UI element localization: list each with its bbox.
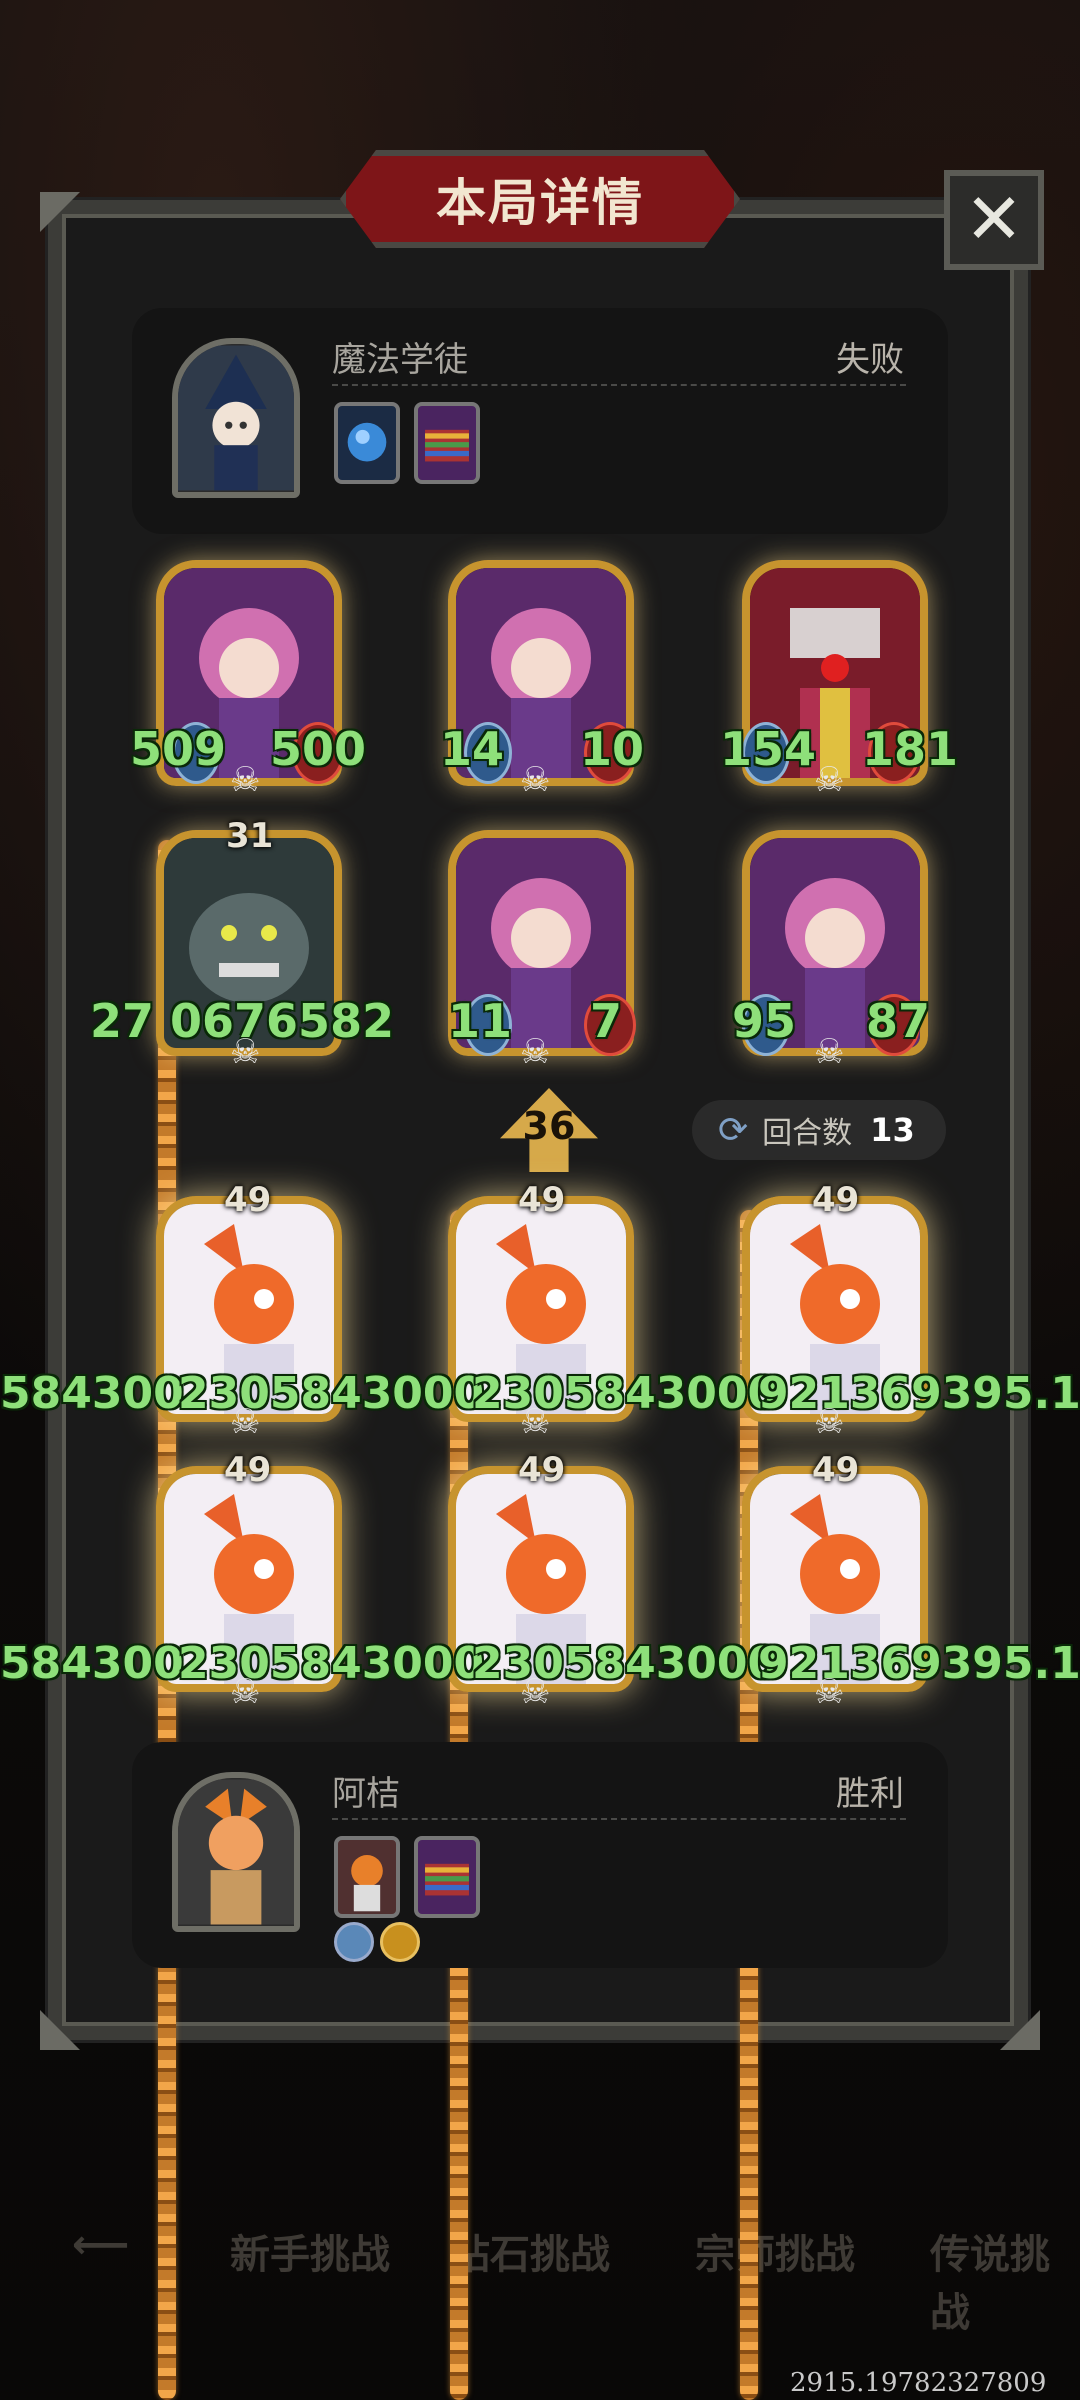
level-badge: 49 (518, 1450, 566, 1490)
stat-value: 921369395.19 (758, 1638, 1080, 1689)
nav-item-master[interactable]: 宗师挑战 (695, 2222, 855, 2280)
stat-value: 584300 (0, 1638, 184, 1689)
opponent-name: 魔法学徒 (332, 340, 468, 380)
skull-icon: ☠ (230, 1032, 261, 1072)
attack-value: 95 (732, 994, 797, 1048)
title-plate: 本局详情 (340, 150, 740, 248)
opponent-result: 失败 (836, 340, 904, 380)
level-badge: 49 (224, 1450, 272, 1490)
stat-value: 2305843000 (178, 1638, 485, 1689)
attack-value: 509 (130, 722, 227, 776)
skull-icon: ☠ (520, 1032, 551, 1072)
player-name: 阿桔 (332, 1774, 400, 1814)
nav-item-novice[interactable]: 新手挑战 (230, 2222, 390, 2280)
page-title: 本局详情 (436, 174, 644, 232)
coin-badge-icon[interactable] (380, 1922, 420, 1962)
skull-icon: ☠ (520, 760, 551, 800)
turn-marker: 36 (522, 1104, 576, 1148)
opponent-avatar[interactable] (172, 338, 300, 498)
health-value: 7 (590, 994, 623, 1048)
stat-value: 584300 (0, 1368, 184, 1419)
skull-icon: ☠ (520, 1402, 551, 1442)
skull-icon: ☠ (814, 1672, 845, 1712)
nav-item-diamond[interactable]: 钻石挑战 (450, 2222, 610, 2280)
rainbow-book-icon[interactable] (414, 1836, 480, 1918)
attack-value: 11 (448, 994, 513, 1048)
opponent-card: 魔法学徒 失败 (132, 308, 948, 534)
level-badge: 49 (518, 1180, 566, 1220)
divider (332, 1818, 906, 1820)
skull-icon: ☠ (520, 1672, 551, 1712)
stat-value: 2305843000 (472, 1368, 779, 1419)
nav-item-legend[interactable]: 传说挑战 (930, 2222, 1080, 2338)
blue-orb-icon[interactable] (334, 402, 400, 484)
skull-icon: ☠ (230, 1672, 261, 1712)
coordinate-readout: 2915.19782327809 (790, 2368, 1047, 2398)
level-badge: 49 (812, 1450, 860, 1490)
divider (332, 384, 906, 386)
player-result: 胜利 (836, 1774, 904, 1814)
back-arrow-icon[interactable]: ⟵ (72, 2222, 129, 2268)
level-badge: 31 (226, 816, 274, 856)
round-label: 回合数 (762, 1116, 853, 1151)
refresh-icon: ⟳ (718, 1109, 749, 1151)
skull-icon: ☠ (814, 1402, 845, 1442)
health-value: 181 (862, 722, 959, 776)
health-value: 500 (270, 722, 367, 776)
fox-boy-portrait-icon[interactable] (334, 1836, 400, 1918)
skull-icon: ☠ (814, 1032, 845, 1072)
player-card: 阿桔 胜利 (132, 1742, 948, 1968)
stat-value: 2305843000 (178, 1368, 485, 1419)
stat-value: 2305843000 (472, 1638, 779, 1689)
skull-icon: ☠ (230, 1402, 261, 1442)
round-value: 13 (870, 1111, 915, 1149)
attack-value: 14 (440, 722, 505, 776)
attack-value: 154 (720, 722, 817, 776)
skull-icon: ☠ (230, 760, 261, 800)
level-badge: 49 (812, 1180, 860, 1220)
level-badge: 49 (224, 1180, 272, 1220)
rainbow-book-icon[interactable] (414, 402, 480, 484)
crossed-swords-icon[interactable] (334, 1922, 374, 1962)
close-button[interactable]: ✕ (944, 170, 1044, 270)
skull-icon: ☠ (814, 760, 845, 800)
close-icon: ✕ (964, 178, 1024, 260)
round-counter: ⟳ 回合数 13 (692, 1100, 946, 1160)
health-value: 10 (580, 722, 645, 776)
health-value: 87 (866, 994, 931, 1048)
player-avatar[interactable] (172, 1772, 300, 1932)
stat-value: 921369395.19 (758, 1368, 1080, 1419)
